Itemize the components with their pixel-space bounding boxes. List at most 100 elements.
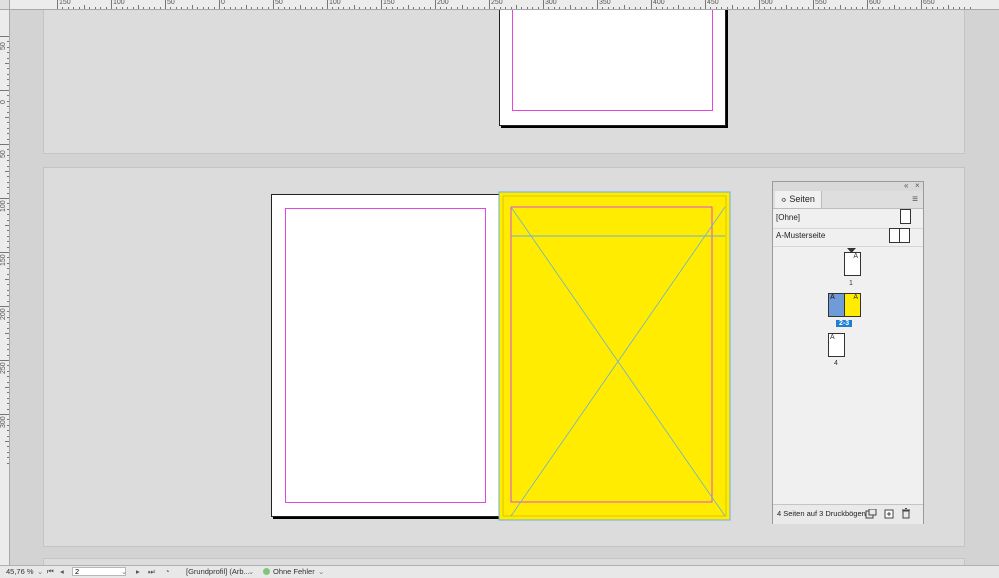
ruler-label: 250 (0, 362, 7, 374)
page-thumb-3[interactable]: A (844, 293, 861, 317)
ruler-tick (742, 7, 744, 9)
ruler-tick (7, 343, 9, 345)
pages-panel[interactable]: « × ≎ Seiten ≡ [Ohne] A-Musterseite A 1 … (772, 181, 924, 524)
ruler-tick (370, 7, 372, 9)
page-number-2-3[interactable]: 2-3 (836, 320, 853, 327)
master-letter: A (830, 294, 836, 301)
preflight-status[interactable]: Ohne Fehler (263, 567, 315, 577)
ruler-tick (7, 79, 9, 81)
page-number-4: 4 (834, 360, 838, 367)
ruler-tick (94, 7, 96, 9)
ruler-tick (7, 219, 9, 221)
ruler-tick (7, 295, 9, 297)
ruler-tick (375, 7, 377, 9)
ruler-tick (7, 122, 9, 124)
ruler-tick (78, 7, 80, 9)
ruler-tick (7, 165, 9, 167)
master-none[interactable]: [Ohne] (773, 209, 923, 229)
ruler-tick (7, 241, 9, 243)
ruler-tick (213, 7, 215, 9)
ruler-tick (7, 381, 9, 383)
trash-icon[interactable] (901, 508, 911, 519)
margin-guide (285, 208, 486, 503)
ruler-tick (899, 7, 901, 9)
ruler-tick (489, 0, 490, 9)
last-page-icon[interactable]: ⏭ (148, 567, 155, 577)
ruler-tick (7, 106, 9, 108)
ruler-tick (948, 5, 949, 9)
vertical-ruler[interactable]: 50 0 50 100 150 200 250 300 (0, 9, 10, 565)
spread-3-area (43, 558, 965, 565)
ruler-tick (413, 7, 415, 9)
ruler-tick (300, 5, 301, 9)
ruler-tick (705, 0, 706, 9)
ruler-tick (645, 7, 647, 9)
ruler-tick (877, 7, 879, 9)
ruler-tick (7, 262, 9, 264)
page-dropdown-icon[interactable]: ⌄ (121, 567, 127, 577)
ruler-tick (764, 7, 766, 9)
zoom-level[interactable]: 45,76 % (6, 567, 34, 577)
ruler-tick (7, 138, 9, 140)
collapse-icon[interactable]: « (904, 181, 908, 190)
yellow-frame[interactable] (498, 191, 732, 522)
ruler-tick (57, 0, 58, 9)
profile-dropdown-icon[interactable]: ⌄ (248, 567, 254, 577)
ruler-tick (7, 370, 9, 372)
ruler-tick (116, 7, 118, 9)
previous-page-icon[interactable]: ◂ (60, 567, 64, 577)
page-2[interactable] (271, 194, 500, 517)
ruler-tick (597, 0, 598, 9)
ruler-label: 50 (167, 0, 175, 6)
preflight-dropdown-icon[interactable]: ⌄ (318, 567, 324, 577)
ruler-tick (813, 0, 814, 9)
preflight-profile[interactable]: [Grundprofil] (Arb... (186, 567, 250, 577)
ruler-tick (7, 419, 9, 421)
page-thumb-2[interactable]: A (828, 293, 845, 317)
zoom-dropdown-icon[interactable]: ⌄ (37, 567, 43, 577)
ruler-origin[interactable] (0, 0, 10, 10)
panel-menu-icon[interactable]: ≡ (912, 194, 918, 205)
page-thumb-1[interactable]: A (844, 252, 861, 276)
ruler-tick (559, 7, 561, 9)
ruler-tick (634, 7, 636, 9)
ruler-tick (894, 5, 895, 9)
ruler-tick (418, 7, 420, 9)
new-page-icon[interactable] (884, 509, 894, 519)
ruler-tick (958, 7, 960, 9)
ruler-tick (235, 7, 237, 9)
ruler-tick (100, 7, 102, 9)
ruler-tick (202, 7, 204, 9)
ruler-tick (5, 387, 9, 388)
master-a[interactable]: A-Musterseite (773, 227, 923, 247)
ruler-tick (7, 192, 9, 194)
ruler-tick (7, 127, 9, 129)
page-number-input[interactable] (72, 567, 126, 576)
ruler-tick (937, 7, 939, 9)
ruler-tick (656, 7, 658, 9)
ruler-tick (89, 7, 91, 9)
horizontal-ruler[interactable]: 150 100 50 0 50 100 150 200 250 300 350 400 450 500 55… (0, 0, 999, 10)
ruler-tick (904, 7, 906, 9)
ruler-tick (553, 7, 555, 9)
open-page-icon[interactable]: ◔ (165, 567, 170, 577)
page-size-icon[interactable] (865, 509, 877, 519)
first-page-icon[interactable]: ⏮ (47, 567, 54, 577)
status-bar: 45,76 % ⌄ ⏮ ◂ ⌄ ▸ ⏭ ◔ [Grundprofil] (Arb… (0, 565, 999, 578)
ruler-label: 200 (437, 0, 449, 6)
close-icon[interactable]: × (915, 181, 920, 190)
page-thumb-4[interactable]: A (828, 333, 845, 357)
ruler-tick (105, 7, 107, 9)
ruler-tick (7, 430, 9, 432)
ruler-tick (67, 7, 69, 9)
page-1[interactable] (499, 10, 726, 126)
ruler-tick (7, 397, 9, 399)
tab-seiten[interactable]: ≎ Seiten (775, 191, 822, 208)
next-page-icon[interactable]: ▸ (136, 567, 140, 577)
ruler-label: 0 (0, 100, 7, 104)
expand-collapse-icon: ≎ (781, 197, 787, 204)
ruler-tick (624, 5, 625, 9)
ruler-tick (0, 306, 9, 307)
ruler-tick (483, 7, 485, 9)
master-letter: A (853, 253, 858, 260)
